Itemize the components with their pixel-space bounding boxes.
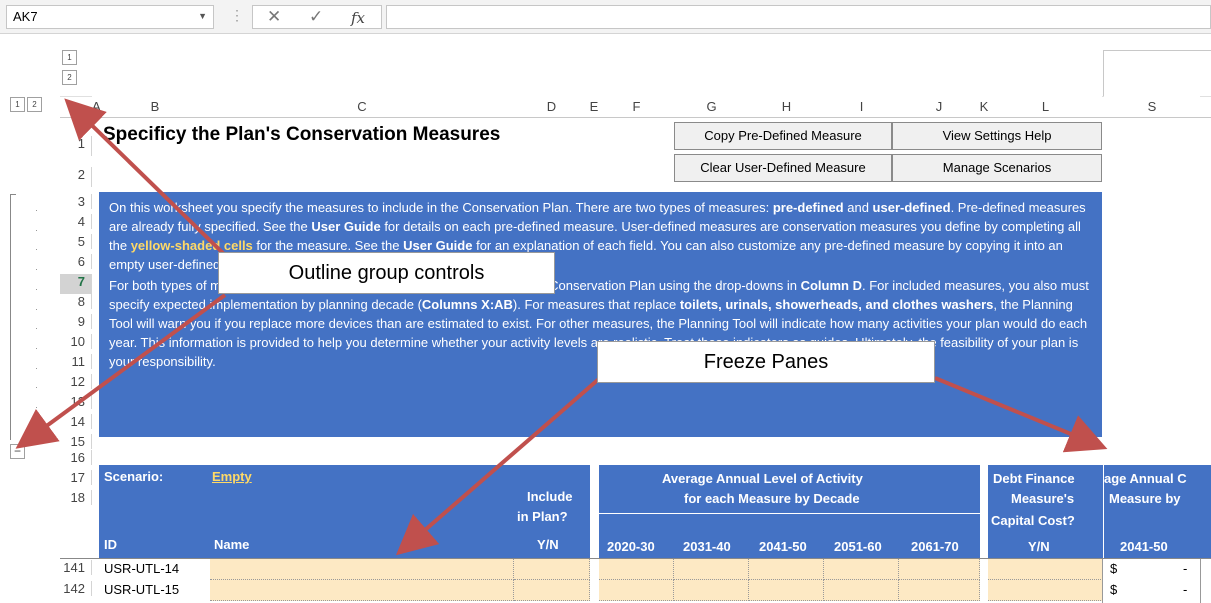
freeze-callout: Freeze Panes [597, 341, 935, 383]
arrow-to-collapse [15, 293, 227, 449]
arrow-to-freeze-row [395, 376, 602, 556]
annotation-arrows [15, 98, 1108, 556]
outline-callout: Outline group controls [218, 252, 555, 294]
arrow-to-group-buttons [64, 98, 227, 257]
arrow-to-freeze-col [934, 376, 1108, 453]
